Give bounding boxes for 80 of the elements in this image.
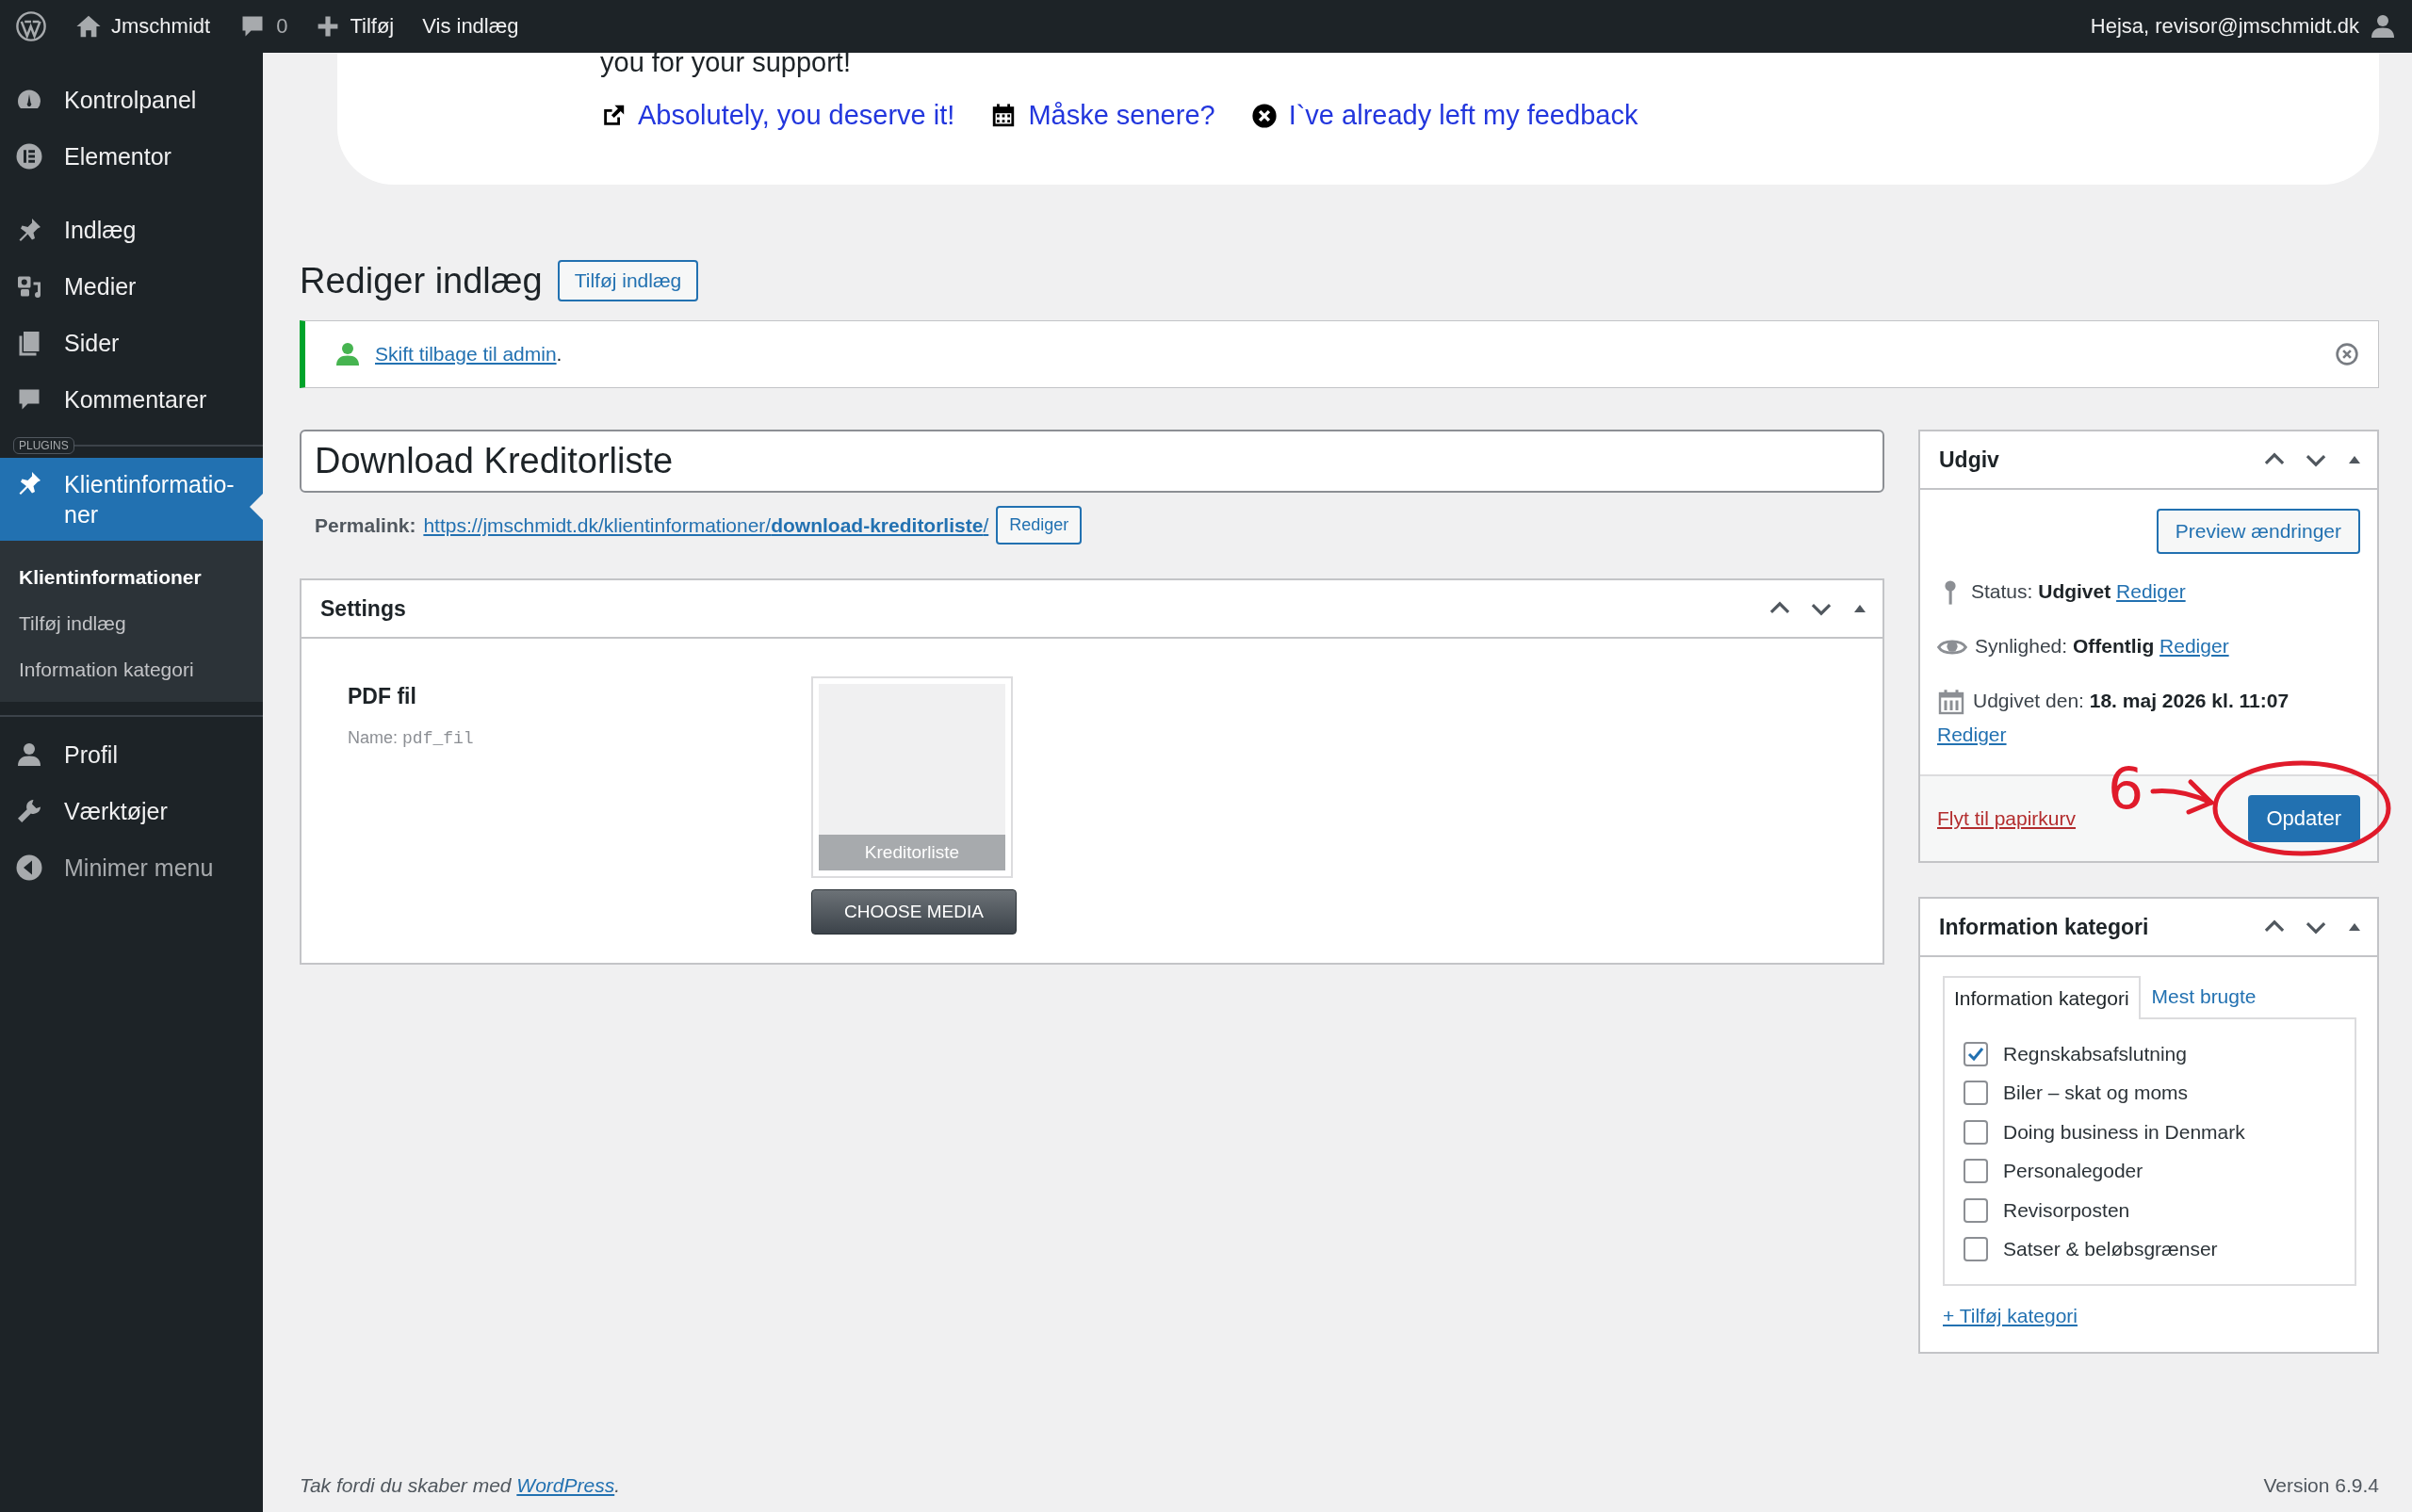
trash-link[interactable]: Flyt til papirkurv (1937, 807, 2077, 830)
checkbox[interactable] (1964, 1041, 1988, 1066)
site-name-link[interactable]: Jmschmidt (111, 14, 211, 39)
category-tab[interactable]: Mest brugte (2140, 974, 2268, 1017)
meta-label: Status: (1971, 580, 2033, 602)
menu-item[interactable]: Elementor (0, 128, 263, 185)
menu-item[interactable]: Indlæg (0, 202, 263, 258)
add-post-button[interactable]: Tilføj indlæg (557, 260, 699, 301)
edit-link[interactable]: Rediger (2159, 635, 2229, 657)
title-field[interactable]: Download Kreditorliste (300, 430, 1884, 493)
checkbox-label[interactable]: Doing business in Denmark (2003, 1120, 2245, 1144)
checkbox[interactable] (1964, 1197, 1988, 1223)
checkbox-label[interactable]: Satser & beløbsgrænser (2003, 1238, 2218, 1261)
meta-value: 18. maj 2026 kl. 11:07 (2089, 690, 2290, 711)
choose-media-button[interactable]: CHOOSE MEDIA (811, 889, 1017, 935)
annotation-number: 6 (2108, 756, 2144, 821)
menu-item[interactable]: Sider (0, 315, 263, 371)
wrench-icon (15, 797, 43, 825)
notice-text: Skift tilbage til admin. (375, 343, 562, 366)
wordpress-logo-icon[interactable] (15, 10, 47, 42)
checkbox[interactable] (1964, 1237, 1988, 1262)
submenu-item[interactable]: Information kategori (0, 646, 263, 692)
view-post-link[interactable]: Vis indlæg (422, 14, 519, 39)
feedback-link[interactable]: Absolutely, you deserve it! (638, 100, 955, 131)
meta-label: Udgivet den: (1973, 690, 2084, 711)
comment-count[interactable]: 0 (276, 14, 288, 39)
menu-item[interactable]: Kommentarer (0, 371, 263, 428)
permalink-link[interactable]: https://jmschmidt.dk/klientinformationer/download-kreditorliste/ (423, 513, 989, 537)
update-button[interactable]: Opdater (2247, 795, 2360, 842)
field-name: Name: pdf_fil (348, 728, 475, 748)
meta-value: Udgivet (2038, 580, 2111, 602)
menu-item[interactable]: Klientinformatio-ner (0, 458, 263, 541)
panel-title: Information kategori (1939, 914, 2150, 940)
meta-value: Offentlig (2072, 635, 2155, 657)
menu-item[interactable]: Minimer menu (0, 839, 263, 896)
page-title: Rediger indlæg (300, 260, 543, 301)
elementor-icon (15, 142, 43, 171)
new-menu-link[interactable]: Tilføj (350, 14, 395, 39)
avatar-icon (2369, 12, 2397, 41)
edit-link[interactable]: Rediger (2116, 580, 2186, 602)
feedback-text: you for your support! (600, 47, 852, 77)
checkbox[interactable] (1964, 1159, 1988, 1184)
edit-slug-button[interactable]: Rediger (996, 506, 1083, 545)
version-text: Version 6.9.4 (2263, 1474, 2379, 1497)
submenu-item[interactable]: Klientinformationer (0, 554, 263, 600)
checkbox[interactable] (1964, 1081, 1988, 1106)
menu-item[interactable]: Kontrolpanel (0, 72, 263, 128)
greeting-link[interactable]: Hejsa, revisor@jmschmidt.dk (2090, 14, 2359, 39)
checkbox-label[interactable]: Biler – skat og moms (2003, 1081, 2189, 1105)
panel-title: Udgiv (1939, 447, 2000, 473)
person-icon (15, 740, 43, 769)
switch-back-link[interactable]: Skift tilbage til admin (375, 343, 557, 365)
meta-label: Synlighed: (1975, 635, 2068, 657)
menu-item[interactable]: Værktøjer (0, 783, 263, 839)
section-label: PLUGINS (13, 437, 74, 454)
close-circle-icon (1250, 102, 1278, 129)
checkbox-label[interactable]: Personalegoder (2003, 1160, 2143, 1183)
feedback-link[interactable]: I`ve already left my feedback (1288, 100, 1638, 131)
submenu-item[interactable]: Tilføj indlæg (0, 600, 263, 646)
preview-button[interactable]: Preview ændringer (2156, 509, 2360, 554)
checkbox-label[interactable]: Regnskabsafslutning (2003, 1042, 2187, 1065)
footer-text: Tak fordi du skaber med WordPress. (300, 1474, 621, 1497)
collapse-icon (15, 854, 43, 882)
permalink-label: Permalink: (315, 513, 416, 537)
menu-item[interactable]: Profil (0, 726, 263, 783)
edit-link[interactable]: Rediger (1937, 723, 2007, 745)
checkbox-label[interactable]: Revisorposten (2003, 1198, 2130, 1222)
media-caption: Kreditorliste (819, 835, 1005, 870)
checkbox[interactable] (1964, 1119, 1988, 1145)
feedback-link[interactable]: Måske senere? (1028, 100, 1215, 131)
person-icon (334, 340, 362, 368)
menu-item[interactable]: Medier (0, 258, 263, 315)
category-tab[interactable]: Information kategori (1943, 976, 2141, 1019)
add-category-link[interactable]: + Tilføj kategori (1943, 1305, 2078, 1327)
field-label: PDF fil (348, 684, 417, 709)
home-icon[interactable] (75, 13, 102, 40)
calendar-icon (1937, 688, 1965, 717)
close-icon[interactable] (2335, 342, 2359, 366)
wordpress-link[interactable]: WordPress (516, 1474, 615, 1496)
panel-title: Settings (320, 595, 407, 622)
